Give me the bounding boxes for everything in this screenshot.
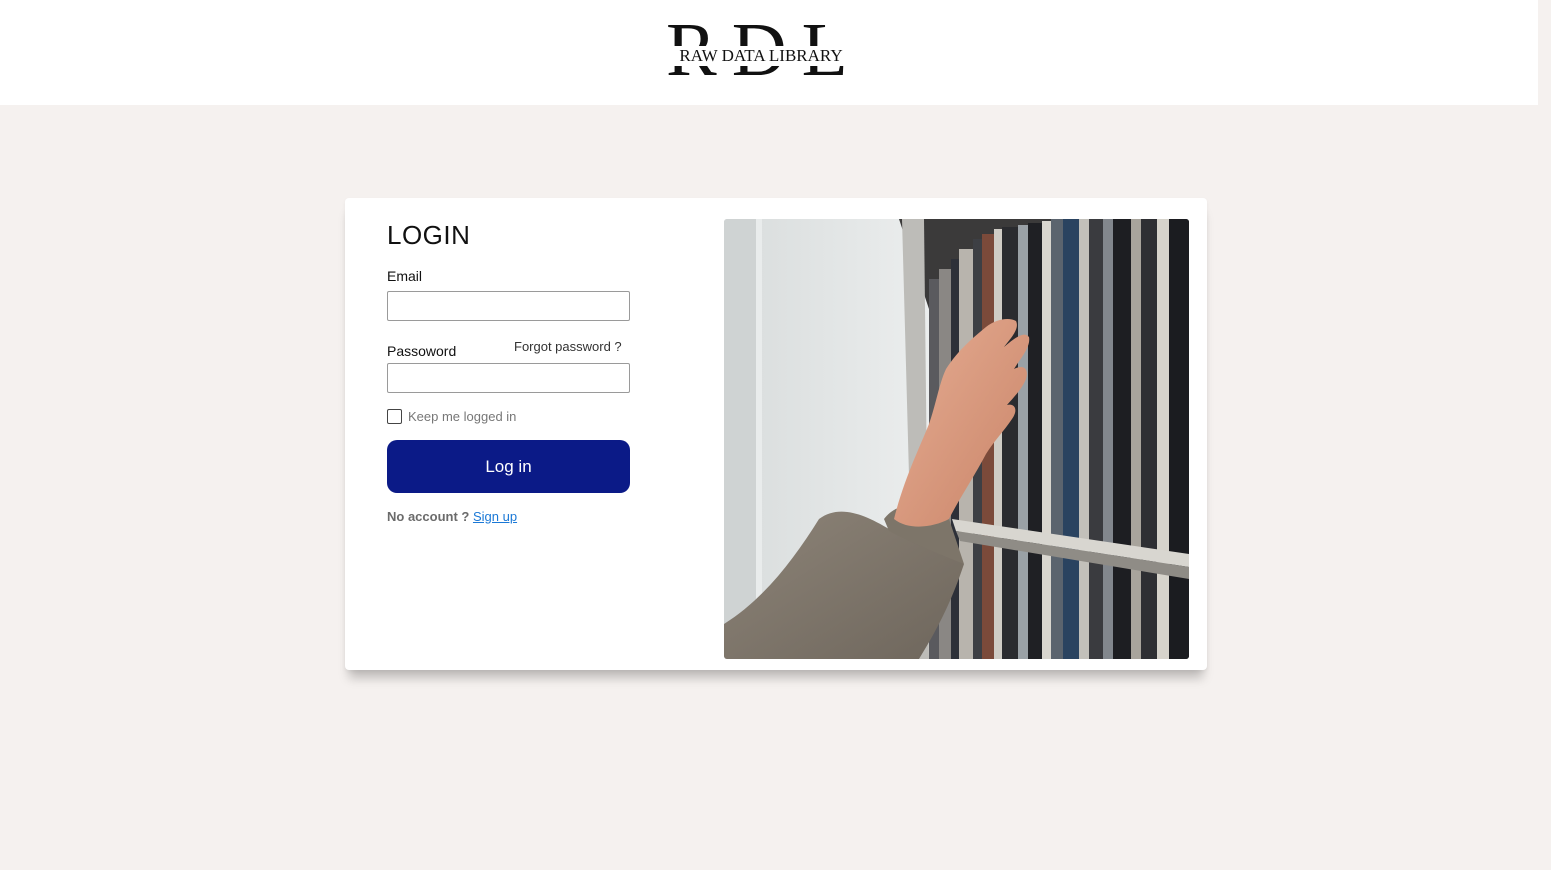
password-field[interactable] (387, 363, 630, 393)
forgot-password-link[interactable]: Forgot password ? (514, 339, 622, 355)
keep-logged-in-label[interactable]: Keep me logged in (408, 409, 516, 424)
logo-text: RAW DATA LIBRARY (672, 46, 850, 66)
email-label: Email (387, 268, 423, 284)
no-account-text: No account ? (387, 509, 470, 524)
rdl-logo[interactable]: RDL RAW DATA LIBRARY (666, 12, 861, 88)
password-label: Passoword (387, 343, 457, 359)
email-field[interactable] (387, 291, 630, 321)
site-header: RDL RAW DATA LIBRARY (0, 0, 1538, 105)
signup-link[interactable]: Sign up (473, 509, 517, 524)
keep-logged-in[interactable]: Keep me logged in (387, 409, 516, 424)
keep-logged-in-checkbox[interactable] (387, 409, 402, 424)
login-button[interactable]: Log in (387, 440, 630, 493)
login-title: LOGIN (387, 220, 471, 250)
signup-prompt: No account ? Sign up (387, 509, 517, 525)
login-card: LOGIN Email Passoword Forgot password ? … (345, 198, 1207, 670)
library-photo (724, 219, 1189, 659)
